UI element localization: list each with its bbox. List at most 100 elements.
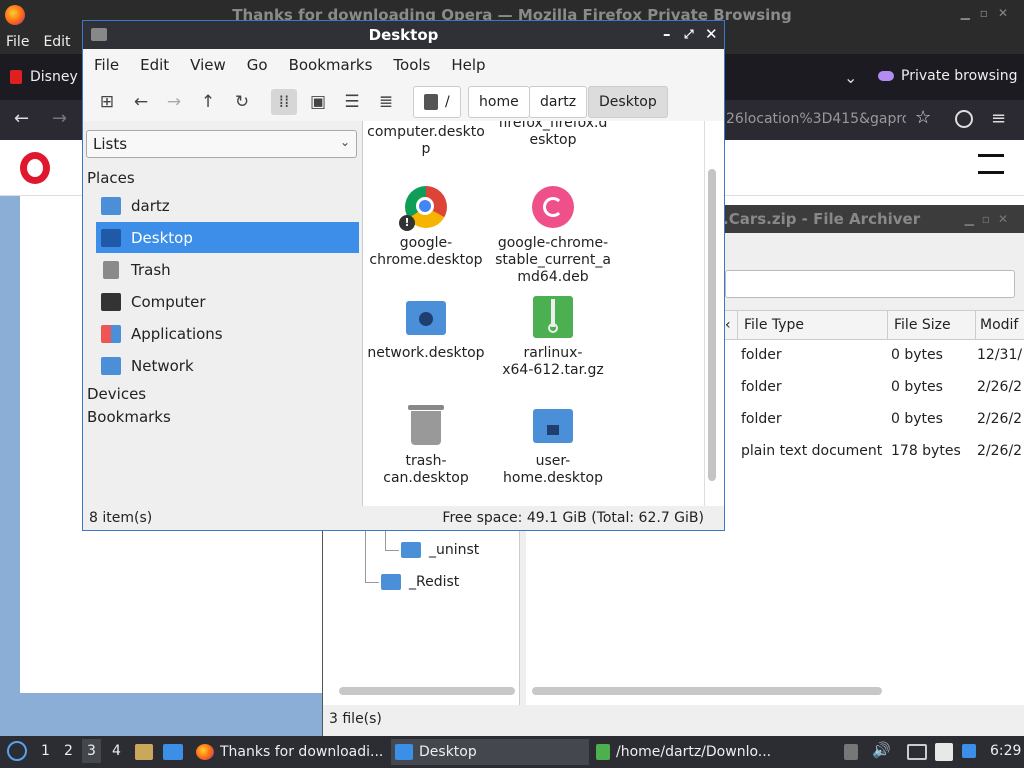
breadcrumb-home[interactable]: home bbox=[468, 86, 530, 118]
private-browsing-indicator: Private browsing bbox=[878, 68, 1018, 84]
devices-header[interactable]: Devices bbox=[87, 385, 146, 403]
col-file-size[interactable]: File Size bbox=[894, 317, 951, 333]
window-title: Desktop bbox=[368, 26, 439, 44]
item-count: 8 item(s) bbox=[89, 510, 153, 526]
drive-icon bbox=[424, 94, 438, 110]
tree-horizontal-scrollbar[interactable] bbox=[339, 687, 515, 695]
list-horizontal-scrollbar[interactable] bbox=[532, 687, 882, 695]
sidebar-item-applications[interactable]: Applications bbox=[96, 318, 359, 349]
minimize-icon[interactable]: – bbox=[663, 25, 671, 43]
window-buttons[interactable]: ▁▫✕ bbox=[961, 6, 1018, 20]
back-arrow-icon[interactable]: ← bbox=[14, 108, 29, 129]
forward-arrow-icon[interactable]: → bbox=[52, 108, 67, 129]
reload-icon[interactable]: ↻ bbox=[229, 89, 255, 115]
workspace-2[interactable]: 2 bbox=[64, 743, 73, 759]
notification-icon[interactable] bbox=[962, 744, 976, 758]
sidebar-item-network[interactable]: Network bbox=[96, 350, 359, 381]
menu-help[interactable]: Help bbox=[451, 56, 485, 74]
breadcrumb-desktop[interactable]: Desktop bbox=[588, 86, 668, 118]
archive-icon bbox=[531, 295, 575, 339]
clock[interactable]: 6:29 bbox=[990, 743, 1021, 759]
tree-item-redist[interactable]: _Redist bbox=[381, 574, 459, 590]
browser-tab[interactable]: Disney bbox=[0, 62, 78, 92]
desktop-icon bbox=[101, 228, 121, 247]
side-pane: Lists ⌄ Places dartz Desktop Trash Compu… bbox=[83, 121, 362, 506]
start-menu-icon[interactable] bbox=[7, 741, 27, 761]
bookmark-star-icon[interactable]: ☆ bbox=[915, 107, 931, 128]
table-row[interactable]: folder 0 bytes 12/31/ bbox=[725, 340, 1024, 372]
file-item[interactable]: user- home.desktop bbox=[493, 403, 613, 487]
thumbnail-view-icon[interactable]: ▣ bbox=[305, 89, 331, 115]
task-desktop[interactable]: Desktop bbox=[391, 739, 589, 765]
menu-bookmarks[interactable]: Bookmarks bbox=[289, 56, 373, 74]
workspace-4[interactable]: 4 bbox=[112, 743, 121, 759]
bookmarks-header[interactable]: Bookmarks bbox=[87, 408, 171, 426]
menu-view[interactable]: View bbox=[190, 56, 226, 74]
file-item[interactable]: firefox_firefox.d esktop bbox=[493, 121, 613, 149]
col-file-type[interactable]: File Type bbox=[744, 317, 804, 333]
file-item[interactable]: ! google- chrome.desktop bbox=[366, 185, 486, 269]
vertical-scrollbar-thumb[interactable] bbox=[708, 169, 716, 481]
clipboard-icon[interactable] bbox=[935, 743, 953, 761]
firefox-icon bbox=[5, 5, 25, 25]
file-item[interactable]: network.desktop bbox=[366, 295, 486, 362]
side-pane-mode-select[interactable]: Lists ⌄ bbox=[86, 130, 357, 158]
file-manager-menubar: File Edit View Go Bookmarks Tools Help bbox=[83, 49, 724, 81]
menu-edit[interactable]: Edit bbox=[43, 34, 70, 50]
menu-file[interactable]: File bbox=[94, 56, 119, 74]
account-icon[interactable] bbox=[955, 110, 973, 128]
opera-logo-icon[interactable] bbox=[20, 152, 50, 184]
forward-arrow-icon[interactable]: → bbox=[161, 89, 187, 115]
task-archiver[interactable]: /home/dartz/Downlo... bbox=[592, 739, 790, 765]
menu-tools[interactable]: Tools bbox=[393, 56, 430, 74]
close-icon[interactable]: ✕ bbox=[705, 25, 718, 43]
sidebar-item-dartz[interactable]: dartz bbox=[96, 190, 359, 221]
breadcrumb-root[interactable]: / bbox=[413, 86, 461, 118]
table-row[interactable]: plain text document 178 bytes 2/26/2 bbox=[725, 436, 1024, 468]
network-tray-icon[interactable] bbox=[907, 744, 927, 760]
page-menu-icon[interactable] bbox=[978, 154, 1004, 174]
chrome-icon: ! bbox=[399, 185, 448, 231]
file-manager-body: Lists ⌄ Places dartz Desktop Trash Compu… bbox=[83, 121, 724, 506]
url-bar[interactable]: 26location%3D415&gapro bbox=[726, 111, 906, 127]
menu-file[interactable]: File bbox=[6, 34, 29, 50]
show-desktop-icon[interactable] bbox=[163, 744, 183, 760]
file-manager-window: Desktop – ⤢ ✕ File Edit View Go Bookmark… bbox=[82, 20, 725, 531]
archiver-location-field[interactable] bbox=[725, 270, 1015, 298]
file-item[interactable]: trash- can.desktop bbox=[366, 403, 486, 487]
table-row[interactable]: folder 0 bytes 2/26/2 bbox=[725, 372, 1024, 404]
workspace-1[interactable]: 1 bbox=[41, 743, 50, 759]
firefox-icon bbox=[196, 744, 214, 760]
network-folder-icon bbox=[404, 295, 448, 339]
file-manager-titlebar: Desktop – ⤢ ✕ bbox=[83, 21, 724, 49]
compact-view-icon[interactable]: ☰ bbox=[339, 89, 365, 115]
window-buttons[interactable]: ▁▫✕ bbox=[965, 212, 1016, 226]
table-row[interactable]: folder 0 bytes 2/26/2 bbox=[725, 404, 1024, 436]
sidebar-item-desktop[interactable]: Desktop bbox=[96, 222, 359, 253]
workspace-3[interactable]: 3 bbox=[82, 739, 101, 763]
file-item[interactable]: rarlinux- x64-612.tar.gz bbox=[493, 295, 613, 379]
up-arrow-icon[interactable]: ↑ bbox=[195, 89, 221, 115]
detailed-list-view-icon[interactable]: ≣ bbox=[373, 89, 399, 115]
menu-go[interactable]: Go bbox=[247, 56, 268, 74]
sidebar-item-computer[interactable]: Computer bbox=[96, 286, 359, 317]
menu-hamburger-icon[interactable]: ≡ bbox=[991, 108, 1006, 129]
maximize-icon[interactable]: ⤢ bbox=[684, 27, 694, 42]
icon-view-icon[interactable]: ⁞⁞ bbox=[271, 89, 297, 115]
new-tab-icon[interactable]: ⊞ bbox=[94, 89, 120, 115]
eject-icon[interactable] bbox=[844, 744, 858, 760]
taskbar: 1 2 3 4 Thanks for downloadi... Desktop … bbox=[0, 736, 1024, 768]
breadcrumb-dartz[interactable]: dartz bbox=[529, 86, 588, 118]
sidebar-item-trash[interactable]: Trash bbox=[96, 254, 359, 285]
tree-item-uninst[interactable]: _uninst bbox=[401, 542, 479, 558]
chevron-down-icon[interactable]: ⌄ bbox=[844, 68, 857, 87]
chevron-down-icon: ⌄ bbox=[339, 135, 350, 149]
file-item[interactable]: computer.deskto p bbox=[366, 124, 486, 158]
file-manager-launcher-icon[interactable] bbox=[135, 744, 153, 760]
back-arrow-icon[interactable]: ← bbox=[128, 89, 154, 115]
task-firefox[interactable]: Thanks for downloadi... bbox=[192, 739, 388, 765]
menu-edit[interactable]: Edit bbox=[140, 56, 169, 74]
file-item[interactable]: google-chrome- stable_current_a md64.deb bbox=[493, 185, 613, 286]
col-modified[interactable]: Modif bbox=[980, 317, 1018, 333]
volume-icon[interactable]: 🔊 bbox=[872, 741, 891, 759]
